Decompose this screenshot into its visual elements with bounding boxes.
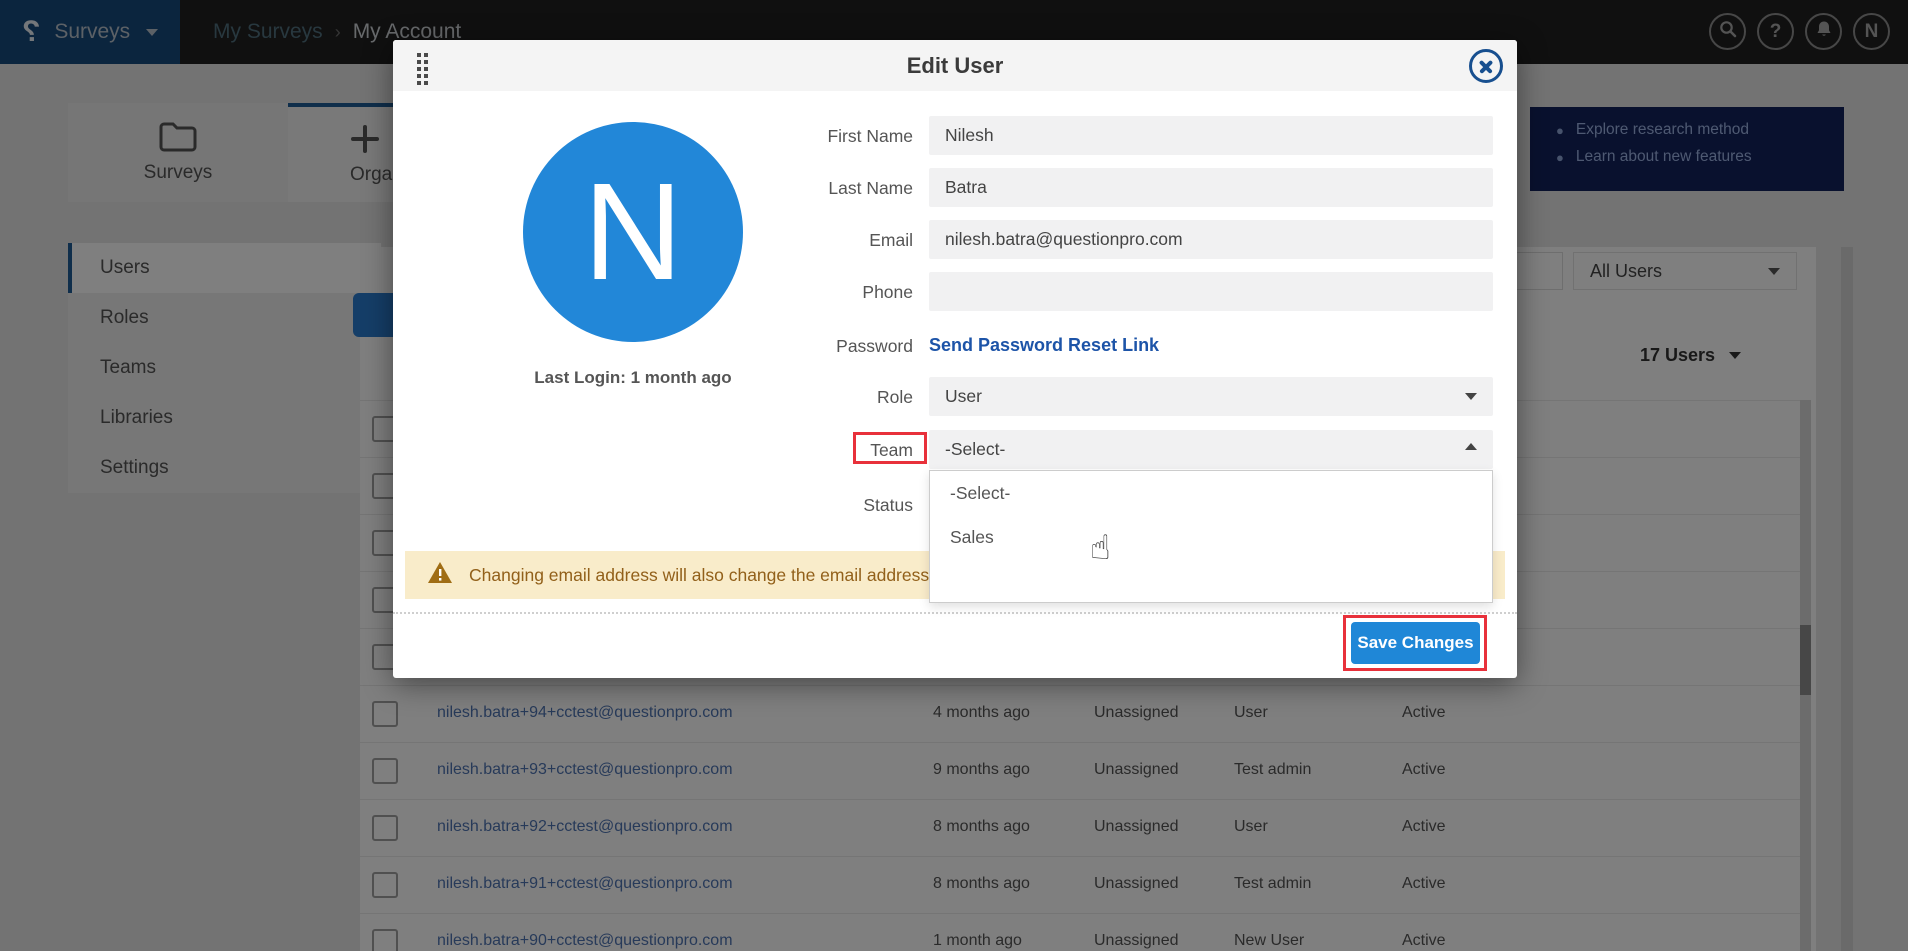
team-dropdown-panel: -Select- Sales bbox=[929, 470, 1493, 603]
role-select[interactable]: User bbox=[929, 377, 1493, 416]
chevron-down-icon bbox=[1465, 393, 1477, 400]
team-dropdown-option[interactable]: -Select- bbox=[930, 471, 1492, 515]
last-login-text: Last Login: 1 month ago bbox=[453, 368, 813, 388]
warning-icon bbox=[427, 561, 453, 589]
annotation-box-team bbox=[853, 432, 927, 464]
mouse-pointer-icon: ☝ bbox=[1090, 528, 1111, 568]
modal-header: Edit User bbox=[393, 40, 1517, 91]
edit-user-modal: Edit User N Last Login: 1 month ago Firs… bbox=[393, 40, 1517, 678]
role-select-value: User bbox=[945, 386, 982, 406]
status-label: Status bbox=[700, 495, 913, 516]
email-label: Email bbox=[700, 230, 913, 251]
phone-label: Phone bbox=[700, 282, 913, 303]
send-password-reset-link[interactable]: Send Password Reset Link bbox=[929, 335, 1159, 356]
close-icon[interactable] bbox=[1469, 49, 1503, 83]
team-select[interactable]: -Select- bbox=[929, 430, 1493, 469]
modal-title: Edit User bbox=[393, 40, 1517, 91]
chevron-up-icon bbox=[1465, 443, 1477, 450]
first-name-input[interactable]: Nilesh bbox=[929, 116, 1493, 155]
drag-handle-icon[interactable] bbox=[417, 53, 428, 85]
last-name-label: Last Name bbox=[700, 178, 913, 199]
phone-input[interactable] bbox=[929, 272, 1493, 311]
team-select-value: -Select- bbox=[945, 439, 1005, 459]
last-name-input[interactable]: Batra bbox=[929, 168, 1493, 207]
role-label: Role bbox=[700, 387, 913, 408]
annotation-box-save bbox=[1343, 615, 1487, 671]
team-dropdown-option[interactable]: Sales bbox=[930, 515, 1492, 559]
email-input[interactable]: nilesh.batra@questionpro.com bbox=[929, 220, 1493, 259]
footer-separator bbox=[393, 612, 1517, 614]
password-label: Password bbox=[700, 336, 913, 357]
first-name-label: First Name bbox=[700, 126, 913, 147]
